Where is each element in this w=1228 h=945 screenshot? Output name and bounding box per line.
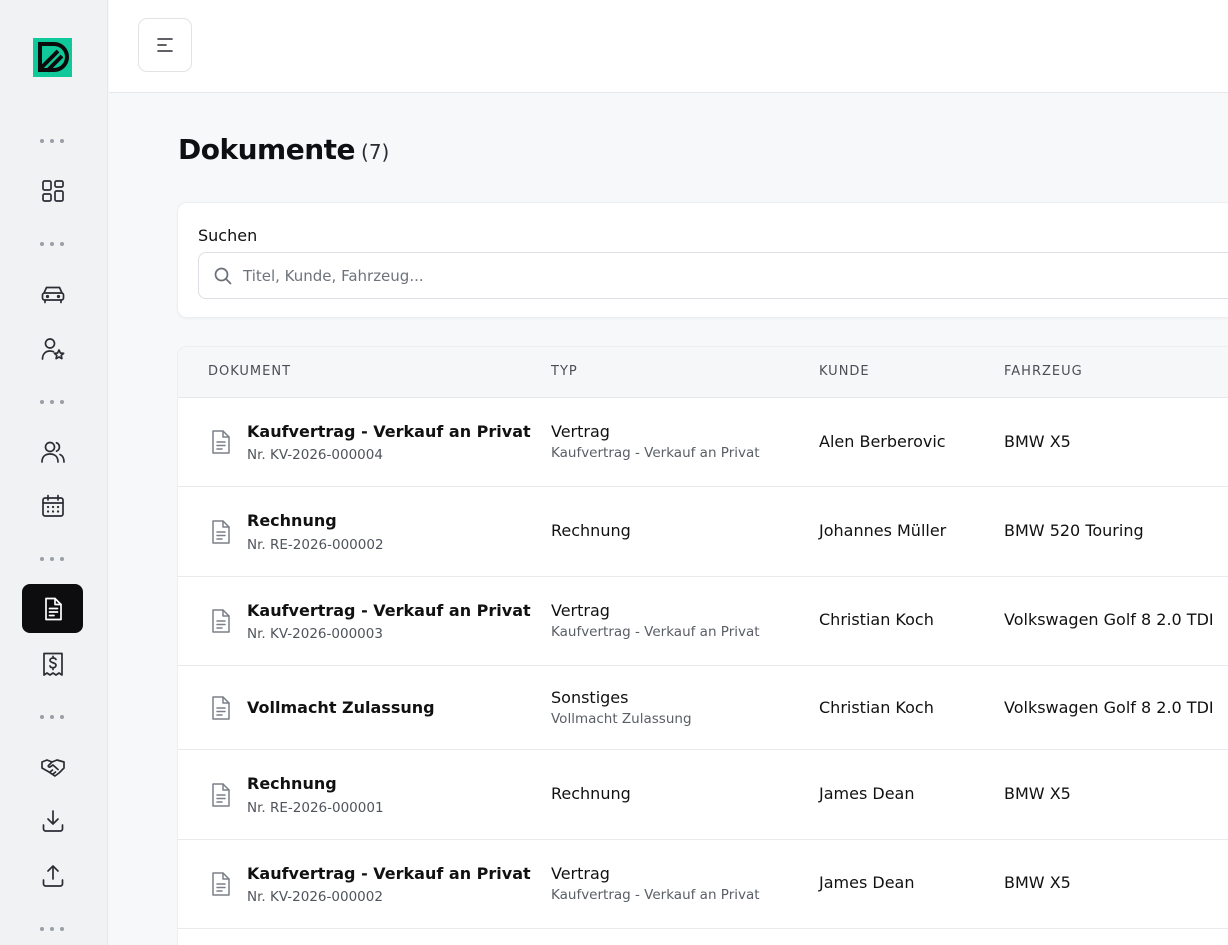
document-title[interactable]: Kaufvertrag - Verkauf an Privat bbox=[247, 864, 531, 883]
document-subtype: Kaufvertrag - Verkauf an Privat bbox=[551, 887, 760, 903]
customer-name: James Dean bbox=[819, 873, 915, 892]
document-type: Vertrag bbox=[551, 601, 610, 620]
documents-table: DOKUMENT TYP KUNDE FAHRZEUG Kaufvertrag … bbox=[177, 346, 1228, 945]
users-icon bbox=[40, 441, 65, 463]
search-input[interactable] bbox=[243, 253, 1143, 298]
table-row[interactable]: Kaufvertrag - Verkauf an Privat Nr. KV-2… bbox=[178, 398, 1228, 487]
vehicle-name: Volkswagen Golf 8 2.0 TDI bbox=[1004, 698, 1214, 717]
nav-users[interactable] bbox=[22, 427, 83, 476]
document-icon bbox=[44, 597, 62, 620]
customer-name: Christian Koch bbox=[819, 698, 934, 717]
download-icon bbox=[42, 809, 63, 832]
menu-icon bbox=[157, 38, 173, 52]
file-icon bbox=[210, 608, 232, 634]
document-type: Sonstiges bbox=[551, 688, 629, 707]
handshake-icon bbox=[40, 758, 65, 777]
document-type: Rechnung bbox=[551, 784, 631, 803]
document-subtype: Vollmacht Zulassung bbox=[551, 711, 692, 727]
customer-name: Alen Berberovic bbox=[819, 432, 946, 451]
nav-group-separator bbox=[40, 241, 64, 247]
column-header-fahrzeug[interactable]: FAHRZEUG bbox=[1004, 364, 1083, 379]
customer-name: Christian Koch bbox=[819, 610, 934, 629]
nav-vehicles[interactable] bbox=[22, 269, 83, 318]
vehicle-name: BMW X5 bbox=[1004, 784, 1071, 803]
nav-documents[interactable] bbox=[22, 584, 83, 633]
column-header-dokument[interactable]: DOKUMENT bbox=[208, 364, 291, 379]
nav-deals[interactable] bbox=[22, 742, 83, 791]
file-icon bbox=[210, 429, 232, 455]
logo[interactable] bbox=[33, 38, 72, 77]
document-type: Vertrag bbox=[551, 422, 610, 441]
nav-group-separator bbox=[40, 926, 64, 932]
search-card: Suchen bbox=[177, 202, 1228, 318]
sidebar bbox=[0, 0, 108, 945]
document-title[interactable]: Rechnung bbox=[247, 511, 337, 530]
topbar bbox=[109, 0, 1228, 93]
nav-group-separator bbox=[40, 138, 64, 144]
nav-import[interactable] bbox=[22, 796, 83, 845]
page-title-text: Dokumente bbox=[178, 133, 356, 166]
vehicle-name: Volkswagen Golf 8 2.0 TDI bbox=[1004, 610, 1214, 629]
document-subtype: Kaufvertrag - Verkauf an Privat bbox=[551, 445, 760, 461]
search-box[interactable] bbox=[198, 252, 1228, 299]
table-row[interactable]: Kaufvertrag - Verkauf an Privat Nr. KV-2… bbox=[178, 577, 1228, 666]
customer-name: Johannes Müller bbox=[819, 521, 947, 540]
nav-dashboard[interactable] bbox=[22, 166, 83, 215]
nav-group-separator bbox=[40, 399, 64, 405]
table-row[interactable]: Rechnung Nr. RE-2026-000002 Rechnung Joh… bbox=[178, 487, 1228, 577]
user-star-icon bbox=[41, 337, 64, 360]
receipt-dollar-icon bbox=[42, 652, 63, 676]
document-title[interactable]: Kaufvertrag - Verkauf an Privat bbox=[247, 601, 531, 620]
logo-icon bbox=[38, 42, 69, 73]
nav-group-separator bbox=[40, 714, 64, 720]
search-icon bbox=[214, 267, 232, 285]
vehicle-name: BMW 520 Touring bbox=[1004, 521, 1144, 540]
vehicle-name: BMW X5 bbox=[1004, 873, 1071, 892]
car-icon bbox=[41, 286, 64, 303]
document-subtype: Kaufvertrag - Verkauf an Privat bbox=[551, 624, 760, 640]
table-row[interactable]: Rechnung Nr. RE-2026-000001 Rechnung Jam… bbox=[178, 750, 1228, 840]
sidebar-toggle-button[interactable] bbox=[138, 18, 192, 72]
table-header: DOKUMENT TYP KUNDE FAHRZEUG bbox=[178, 347, 1228, 398]
nav-export[interactable] bbox=[22, 851, 83, 900]
file-icon bbox=[210, 782, 232, 808]
document-title[interactable]: Vollmacht Zulassung bbox=[247, 698, 435, 717]
calendar-icon bbox=[41, 494, 64, 517]
upload-icon bbox=[42, 864, 63, 887]
document-number: Nr. KV-2026-000004 bbox=[247, 447, 383, 463]
document-title[interactable]: Rechnung bbox=[247, 774, 337, 793]
document-type: Vertrag bbox=[551, 864, 610, 883]
nav-invoices[interactable] bbox=[22, 639, 83, 688]
document-type: Rechnung bbox=[551, 521, 631, 540]
page-title: Dokumente (7) bbox=[178, 133, 389, 166]
document-number: Nr. RE-2026-000002 bbox=[247, 537, 384, 553]
document-number: Nr. RE-2026-000001 bbox=[247, 800, 384, 816]
document-number: Nr. KV-2026-000003 bbox=[247, 626, 383, 642]
table-row[interactable] bbox=[178, 929, 1228, 945]
nav-calendar[interactable] bbox=[22, 481, 83, 530]
document-number: Nr. KV-2026-000002 bbox=[247, 889, 383, 905]
column-header-kunde[interactable]: KUNDE bbox=[819, 364, 870, 379]
file-icon bbox=[210, 519, 232, 545]
table-row[interactable]: Vollmacht Zulassung Sonstiges Vollmacht … bbox=[178, 666, 1228, 750]
column-header-typ[interactable]: TYP bbox=[551, 364, 578, 379]
nav-customers-star[interactable] bbox=[22, 324, 83, 373]
nav-group-separator bbox=[40, 556, 64, 562]
vehicle-name: BMW X5 bbox=[1004, 432, 1071, 451]
document-title[interactable]: Kaufvertrag - Verkauf an Privat bbox=[247, 422, 531, 441]
search-label: Suchen bbox=[198, 226, 258, 245]
file-icon bbox=[210, 871, 232, 897]
table-row[interactable]: Kaufvertrag - Verkauf an Privat Nr. KV-2… bbox=[178, 840, 1228, 929]
dashboard-grid-icon bbox=[41, 179, 64, 202]
customer-name: James Dean bbox=[819, 784, 915, 803]
file-icon bbox=[210, 695, 232, 721]
document-count: (7) bbox=[361, 140, 390, 164]
